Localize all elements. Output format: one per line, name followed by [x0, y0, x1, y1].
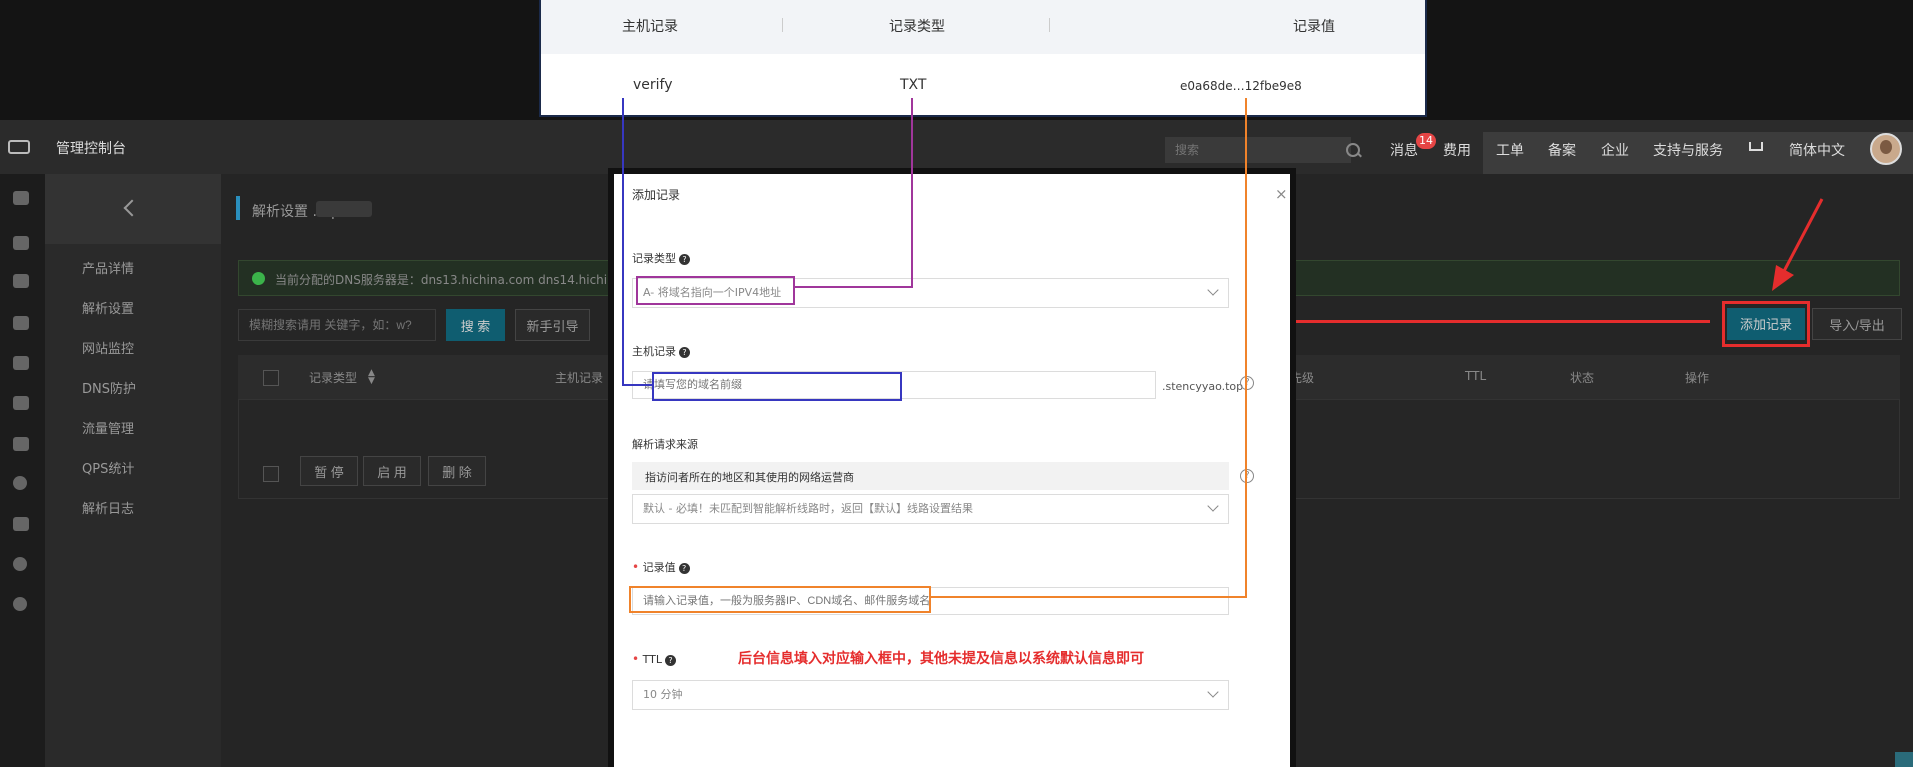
check-circle-icon [252, 272, 265, 285]
source-label: 解析请求来源 [632, 438, 698, 451]
sidebar-item-logs[interactable]: 解析日志 [82, 498, 134, 517]
circle-icon[interactable] [13, 557, 27, 571]
help-circle-icon[interactable]: ? [1240, 469, 1254, 483]
record-type-highlight [636, 276, 795, 305]
help-circle-icon[interactable]: ? [1240, 376, 1254, 390]
database-icon[interactable] [13, 517, 29, 531]
record-filter-input[interactable] [238, 309, 436, 341]
callout-divider [782, 18, 783, 32]
nav-icp[interactable]: 备案 [1548, 140, 1576, 160]
callout-cell-type: TXT [900, 77, 927, 93]
source-hint: 指访问者所在的地区和其使用的网络运营商 [645, 471, 854, 484]
grid-icon[interactable] [13, 191, 29, 205]
connector-line [795, 286, 913, 288]
select-all-checkbox[interactable] [263, 370, 279, 386]
dialog-title: 添加记录 [632, 188, 681, 202]
ttl-select[interactable]: 10 分钟 [632, 680, 1229, 710]
column-actions: 操作 [1685, 371, 1710, 385]
breadcrumb-accent [236, 196, 240, 220]
icon-rail [0, 174, 45, 767]
nodes-icon[interactable] [13, 437, 29, 451]
required-mark: • [632, 652, 640, 666]
masked-domain [316, 201, 372, 217]
connector-line [911, 98, 913, 288]
record-type-label: 记录类型? [632, 250, 690, 266]
enable-button[interactable]: 启 用 [363, 456, 421, 486]
sidebar-item-qps[interactable]: QPS统计 [82, 458, 134, 477]
sidebar-item-traffic[interactable]: 流量管理 [82, 418, 134, 437]
help-icon[interactable]: ? [679, 253, 690, 265]
sidebar-item-site-monitor[interactable]: 网站监控 [82, 338, 134, 357]
nav-search-input[interactable] [1165, 137, 1351, 163]
sidebar-item-product-details[interactable]: 产品详情 [82, 258, 134, 277]
callout-cell-host: verify [633, 77, 673, 93]
column-status: 状态 [1570, 371, 1595, 385]
help-icon[interactable]: ? [679, 346, 690, 358]
nav-support[interactable]: 支持与服务 [1653, 140, 1723, 160]
dns-server-text: 当前分配的DNS服务器是：dns13.hichina.com dns14.hic… [275, 273, 652, 287]
sidebar-item-dns-settings[interactable]: 解析设置 [82, 298, 134, 317]
cloud-icon[interactable] [13, 316, 29, 330]
nav-billing[interactable]: 费用 [1443, 140, 1471, 160]
record-type-label-text: 记录类型 [632, 252, 676, 265]
import-export-button[interactable]: 导入/导出 [1812, 308, 1902, 340]
red-arrow-icon [1772, 198, 1824, 291]
avatar[interactable] [1870, 133, 1902, 165]
column-ttl: TTL [1465, 369, 1487, 383]
search-icon[interactable] [1346, 143, 1360, 157]
shield-icon[interactable] [13, 274, 29, 288]
record-value-highlight [629, 586, 931, 613]
list-icon[interactable] [13, 236, 29, 250]
nav-language[interactable]: 简体中文 [1789, 140, 1845, 160]
ttl-label-text: TTL [642, 653, 662, 666]
close-icon[interactable]: × [1275, 185, 1288, 203]
connector-line [622, 98, 624, 386]
host-label-text: 主机记录 [632, 345, 676, 358]
highlight-arrow-line [1290, 320, 1710, 323]
row-select-checkbox[interactable] [263, 466, 279, 482]
circle-icon[interactable] [13, 597, 27, 611]
callout-header-type: 记录类型 [889, 19, 945, 35]
value-label: • 记录值? [632, 559, 690, 575]
connector-line [1245, 98, 1247, 598]
aliyun-logo-icon[interactable] [8, 140, 30, 154]
network-icon[interactable] [13, 396, 29, 410]
column-host: 主机记录 [555, 371, 604, 385]
value-label-text: 记录值 [642, 561, 676, 574]
sidebar-item-dns-protection[interactable]: DNS防护 [82, 378, 136, 397]
pause-button[interactable]: 暂 停 [300, 456, 358, 486]
help-icon[interactable]: ? [664, 654, 676, 666]
help-tab[interactable] [1895, 752, 1913, 767]
callout-divider [1049, 18, 1050, 32]
console-title[interactable]: 管理控制台 [56, 138, 126, 158]
sort-icon[interactable]: ▼ [368, 376, 375, 386]
connector-line [931, 596, 1247, 598]
globe-icon[interactable] [13, 476, 27, 490]
record-callout-table: 主机记录 记录类型 记录值 verify TXT e0a68de…12fbe9e… [539, 0, 1427, 117]
add-record-button[interactable]: 添加记录 [1727, 308, 1805, 340]
domain-suffix: .stencyyao.top [1162, 380, 1244, 393]
callout-header-value: 记录值 [1293, 19, 1335, 35]
column-record-type[interactable]: 记录类型 [309, 369, 357, 386]
ttl-label: • TTL? [632, 652, 676, 666]
callout-header-host: 主机记录 [622, 19, 678, 35]
host-label: 主机记录? [632, 343, 690, 359]
cart-icon[interactable] [1749, 142, 1763, 151]
instruction-annotation: 后台信息填入对应输入框中，其他未提及信息以系统默认信息即可 [738, 651, 1144, 667]
search-button[interactable]: 搜 索 [446, 309, 505, 341]
cloud-upload-icon[interactable] [13, 356, 29, 370]
nav-enterprise[interactable]: 企业 [1601, 140, 1629, 160]
source-select[interactable]: 默认 - 必填！未匹配到智能解析线路时，返回【默认】线路设置结果 [632, 494, 1229, 524]
delete-button[interactable]: 删 除 [428, 456, 486, 486]
nav-messages[interactable]: 消息 [1390, 140, 1418, 160]
required-mark: • [632, 560, 640, 574]
callout-cell-value: e0a68de…12fbe9e8 [1180, 79, 1302, 93]
guide-button[interactable]: 新手引导 [515, 309, 590, 341]
nav-tickets[interactable]: 工单 [1496, 140, 1524, 160]
connector-line [622, 384, 654, 386]
help-icon[interactable]: ? [678, 562, 690, 574]
message-count-badge: 14 [1416, 133, 1436, 149]
host-highlight [652, 372, 902, 401]
